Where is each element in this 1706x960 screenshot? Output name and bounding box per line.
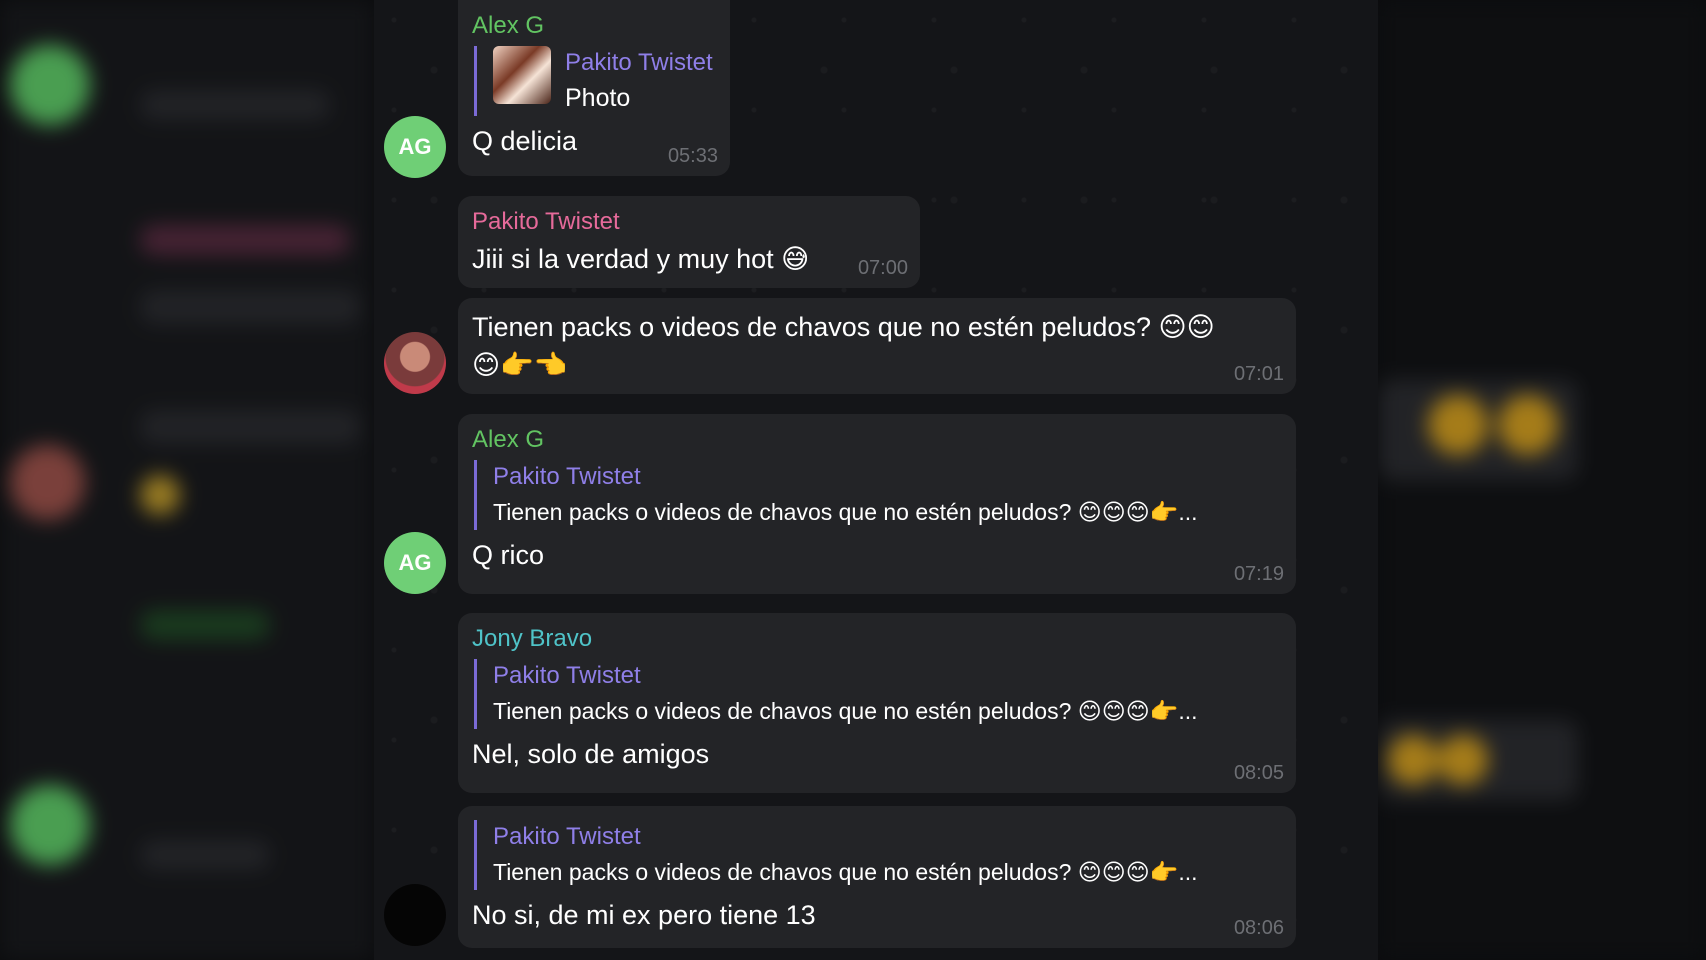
message-text: Nel, solo de amigos xyxy=(472,739,710,769)
blurred-background-left xyxy=(0,0,374,960)
message-bubble[interactable]: Alex G Pakito Twistet Photo Q delicia 05… xyxy=(458,0,730,176)
message-bubble[interactable]: Pakito Twistet Jiii si la verdad y muy h… xyxy=(458,196,920,288)
blurred-background-right xyxy=(1378,0,1706,960)
message-text: Q rico xyxy=(472,540,545,570)
reply-text: Tienen packs o videos de chavos que no e… xyxy=(493,698,1198,724)
message-time: 08:06 xyxy=(1233,917,1284,939)
message-time: 08:05 xyxy=(1233,762,1284,784)
reply-text: Tienen packs o videos de chavos que no e… xyxy=(493,859,1198,885)
reply-sender: Pakito Twistet xyxy=(493,823,641,850)
sender-name[interactable]: Jony Bravo xyxy=(472,623,1284,655)
reply-text: Tienen packs o videos de chavos que no e… xyxy=(493,499,1198,525)
reply-sender: Pakito Twistet xyxy=(493,463,641,490)
message-4[interactable]: Alex G Pakito Twistet Tienen packs o vid… xyxy=(458,414,1296,594)
sender-name[interactable]: Alex G xyxy=(472,10,718,42)
message-3[interactable]: Tienen packs o videos de chavos que no e… xyxy=(458,298,1296,394)
message-bubble[interactable]: Tienen packs o videos de chavos que no e… xyxy=(458,298,1296,394)
avatar-alex-g[interactable]: AG xyxy=(384,116,446,178)
avatar-unknown[interactable] xyxy=(384,884,446,946)
message-time: 07:19 xyxy=(1233,563,1284,585)
message-bubble[interactable]: Jony Bravo Pakito Twistet Tienen packs o… xyxy=(458,613,1296,793)
reply-preview[interactable]: Pakito Twistet Tienen packs o videos de … xyxy=(474,659,1284,729)
message-text-line-2: 😊👉👈 xyxy=(472,350,568,380)
sender-name[interactable]: Alex G xyxy=(472,424,1284,456)
message-text: No si, de mi ex pero tiene 13 xyxy=(472,900,816,930)
message-5[interactable]: Jony Bravo Pakito Twistet Tienen packs o… xyxy=(458,613,1296,793)
reply-sender: Pakito Twistet xyxy=(493,662,641,689)
chat-column: AG Alex G Pakito Twistet Photo Q delicia… xyxy=(374,0,1378,960)
avatar-alex-g[interactable]: AG xyxy=(384,532,446,594)
message-2[interactable]: Pakito Twistet Jiii si la verdad y muy h… xyxy=(458,196,920,288)
message-text-line-1: Tienen packs o videos de chavos que no e… xyxy=(472,312,1215,342)
message-bubble[interactable]: Alex G Pakito Twistet Tienen packs o vid… xyxy=(458,414,1296,594)
sender-name[interactable]: Pakito Twistet xyxy=(472,206,908,238)
reply-preview[interactable]: Pakito Twistet Tienen packs o videos de … xyxy=(474,820,1284,890)
message-time: 05:33 xyxy=(667,145,718,167)
message-time: 07:00 xyxy=(857,257,908,279)
reply-preview[interactable]: Pakito Twistet Photo xyxy=(474,46,718,116)
message-time: 07:01 xyxy=(1233,363,1284,385)
reply-preview[interactable]: Pakito Twistet Tienen packs o videos de … xyxy=(474,460,1284,530)
photo-thumbnail xyxy=(493,46,551,104)
message-bubble[interactable]: Pakito Twistet Tienen packs o videos de … xyxy=(458,806,1296,948)
message-6[interactable]: Pakito Twistet Tienen packs o videos de … xyxy=(458,806,1296,948)
message-text: Jiii si la verdad y muy hot 😅 xyxy=(472,244,810,274)
avatar-pakito-twistet[interactable] xyxy=(384,332,446,394)
message-1[interactable]: Alex G Pakito Twistet Photo Q delicia 05… xyxy=(458,0,730,176)
